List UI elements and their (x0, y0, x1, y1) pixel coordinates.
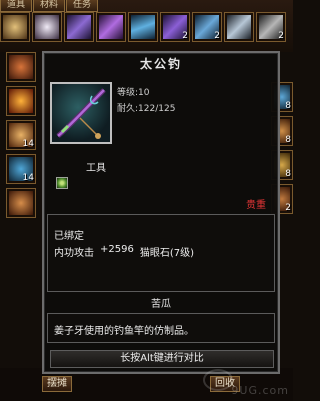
spear-icon[interactable] (224, 12, 254, 42)
level-value: :10 (135, 88, 150, 98)
item-subtitle: 苦瓜 (151, 299, 171, 310)
fan-icon[interactable] (128, 12, 158, 42)
stack-count: 8 (285, 101, 291, 111)
meat-icon[interactable] (6, 52, 36, 82)
sword-icon[interactable] (64, 12, 94, 42)
attribute-name: 内功攻击 (54, 248, 94, 259)
stack-count: 8 (285, 135, 291, 145)
tab-quests[interactable]: 任务 (66, 0, 99, 12)
item-description: 姜子牙使用的钓鱼竿的仿制品。 (54, 326, 194, 337)
bag-tabs: 道具 材料 任务 (0, 0, 99, 12)
compare-hint: 长按Alt键进行对比 (50, 350, 274, 368)
stall-button[interactable]: 摆摊 (42, 376, 72, 392)
rarity-label: 贵重 (246, 200, 266, 211)
stack-count: 14 (22, 173, 34, 183)
item-tooltip: 太公钓 等级:10 耐久:122/125 工具 贵重 已绑定 内功攻击 +259… (42, 51, 280, 374)
stack-count: 2 (278, 31, 284, 41)
fire-icon[interactable] (6, 86, 36, 116)
description-box: 姜子牙使用的钓鱼竿的仿制品。 (47, 313, 275, 343)
horn-icon[interactable]: 14 (6, 120, 36, 150)
stack-count: 2 (285, 203, 291, 213)
level-stat: 等级:10 (117, 85, 150, 98)
item-type: 工具 (86, 163, 106, 174)
fishing-rod-graphic (56, 88, 106, 139)
gem-name: 猫眼石(7级) (139, 248, 194, 259)
tab-materials[interactable]: 材料 (33, 0, 66, 12)
attribute-line: 内功攻击 +2596 猫眼石(7级) (54, 244, 194, 259)
jar-icon[interactable]: 14 (6, 154, 36, 184)
stack-count: 2 (182, 31, 188, 41)
fishing-rod-icon (50, 82, 112, 144)
attributes-box: 已绑定 内功攻击 +2596 猫眼石(7级) (47, 214, 275, 292)
level-label: 等级 (117, 88, 136, 98)
tab-items[interactable]: 道具 (0, 0, 33, 12)
gem-socket-icon (56, 177, 68, 189)
item-name: 太公钓 (139, 57, 182, 71)
fist-icon[interactable] (6, 188, 36, 218)
feather-blade-icon[interactable] (96, 12, 126, 42)
stack-count: 2 (214, 31, 220, 41)
stack-count: 14 (22, 139, 34, 149)
staff-icon[interactable]: 2 (256, 12, 286, 42)
scroll-icon[interactable]: 2 (160, 12, 190, 42)
durability-stat: 耐久:122/125 (117, 101, 175, 114)
pearl-icon[interactable] (32, 12, 62, 42)
bound-status: 已绑定 (54, 231, 84, 242)
durability-label: 耐久 (117, 104, 136, 114)
armor-icon[interactable] (0, 12, 30, 42)
arrow-icon[interactable]: 2 (192, 12, 222, 42)
attribute-value: +2596 (100, 244, 134, 255)
watermark: 9UG.com (231, 384, 289, 397)
durability-value: :122/125 (135, 104, 176, 114)
stack-count: 8 (285, 169, 291, 179)
watermark-logo (203, 369, 233, 391)
